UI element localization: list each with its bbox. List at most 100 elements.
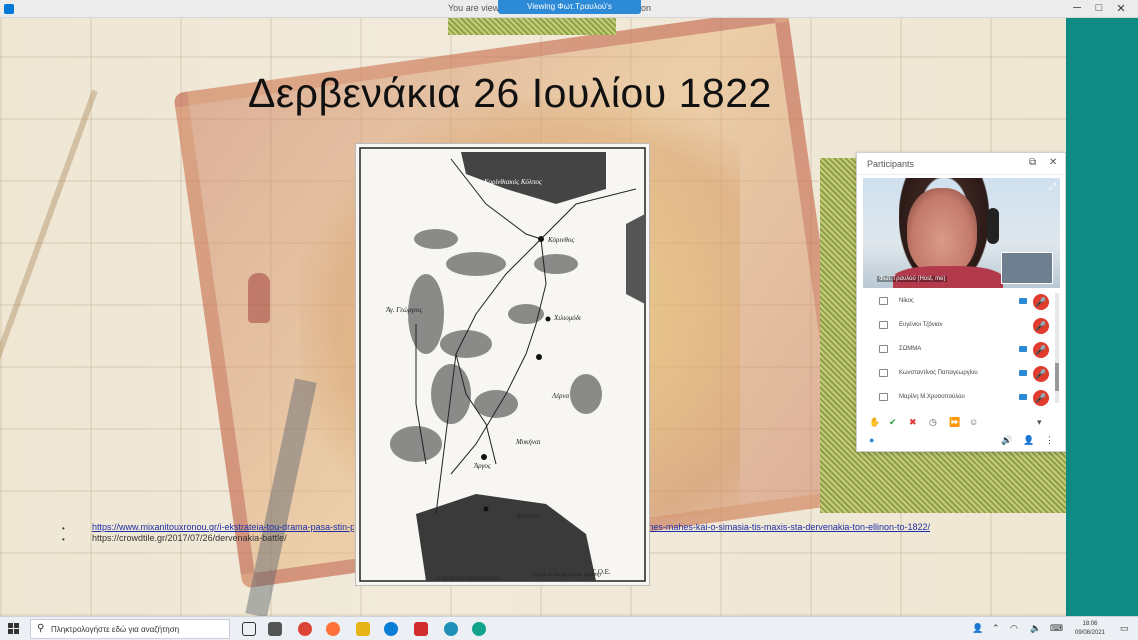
video-name-tag: Φωτ.Τραυλού (Host, me) [877,276,948,282]
file-explorer-icon[interactable] [356,622,370,636]
app-icon-2[interactable] [472,622,486,636]
app-icon-1[interactable] [444,622,458,636]
cortana-icon[interactable] [242,622,256,636]
screen-share-status-tail: on [641,3,652,13]
clock[interactable]: 18:06 09/08/2021 [1068,620,1112,638]
mic-muted-icon[interactable]: 🎤 [1033,390,1049,406]
notifications-icon[interactable]: ▭ [1120,623,1129,634]
video-person-face [907,188,977,276]
clock-date: 09/08/2021 [1074,630,1106,636]
source-link-2[interactable]: https://crowdtile.gr/2017/07/26/dervenak… [92,533,287,543]
camera-icon[interactable] [1019,346,1027,352]
emoji-icon[interactable]: ☺ [969,417,978,427]
firefox-icon[interactable] [326,622,340,636]
slower-icon[interactable]: ◷ [929,417,937,428]
participant-status-icon [879,321,888,329]
yes-icon[interactable]: ✔ [889,417,897,428]
screen-share-status: You are view [448,3,500,13]
scrollbar-thumb[interactable] [1055,363,1059,391]
source-link-1[interactable]: https://www.mixanitouxronou.gr/i-ekstrat… [92,522,354,532]
video-feed[interactable]: Φωτ.Τραυλού (Host, me) ⤢ [863,178,1060,288]
volume-icon[interactable]: 🔊 [1001,435,1012,446]
participant-name: ΣΩΜΜΑ [899,346,922,352]
map-label-chiliomodi: Χιλιομόδι [554,314,581,322]
no-icon[interactable]: ✖ [909,417,917,428]
map-caption: Ο ΜΑΧΗ ΤΩΝ ΔΕΡΒΕΝΑΚΙΩΝ [436,577,501,582]
windows-start-icon[interactable] [8,623,20,635]
participant-status-icon [879,393,888,401]
link-bullet: • [62,524,65,533]
speaker-icon[interactable]: 🔈 [1030,623,1041,634]
map-label-nafplio: Ναύπλιο [516,512,540,520]
self-view-thumbnail[interactable] [1001,252,1053,284]
participant-status-icon [879,369,888,377]
mic-muted-icon[interactable]: 🎤 [1033,318,1049,334]
headphone-icon [987,208,999,244]
invite-icon[interactable]: 👤 [1023,435,1034,446]
chrome-icon[interactable] [298,622,312,636]
participant-row[interactable]: Κωνσταντίνος Παπαγεωργίου 🎤 [863,363,1053,387]
participant-list-scrollbar[interactable] [1055,293,1059,403]
participant-row[interactable]: Νίκος 🎤 [863,291,1053,315]
participant-row[interactable]: Ευγένιοι Τζόνιαν 🎤 [863,315,1053,339]
participant-row[interactable]: ΣΩΜΜΑ 🎤 [863,339,1053,363]
link-bullet: • [62,535,65,544]
participant-status-icon [879,297,888,305]
participant-list: Νίκος 🎤 Ευγένιοι Τζόνιαν 🎤 ΣΩΜΜΑ 🎤 Κωνστ… [863,291,1053,411]
participant-name: Ευγένιοι Τζόνιαν [899,322,943,328]
mic-muted-icon[interactable]: 🎤 [1033,366,1049,382]
map-label-mykines: Μυκήναι [516,438,541,446]
tray-expand-icon[interactable]: ⌃ [992,623,1000,634]
raise-hand-icon[interactable]: ✋ [869,417,880,428]
map-label-lerna: Λέρνα [552,392,570,400]
link-1-right-clip: https://www.mixanitouxronou.gr/i-ekstrat… [650,522,930,534]
faster-icon[interactable]: ⏩ [949,417,960,428]
background-tassel [248,273,270,323]
options-icon[interactable]: ▾ [1037,417,1042,428]
participants-title: Participants [867,159,915,169]
mic-muted-icon[interactable]: 🎤 [1033,342,1049,358]
participants-header: Participants ⧉ ✕ [857,153,1065,175]
participants-panel: Participants ⧉ ✕ Φωτ.Τραυλού (Host, me) … [856,152,1066,452]
map-credit: (Σχέδ. εκ του Αρχείου Κ. Δημάκη) [534,573,601,578]
participant-status-icon [879,345,888,353]
battle-map-image: Κορίνθιακός Κόλπος Κόρινθος Χιλιομόδι Άγ… [355,143,650,586]
maximize-button[interactable]: □ [1092,2,1106,14]
map-drawing [359,147,646,582]
participant-toolbar: ✋ ✔ ✖ ◷ ⏩ ☺ ▾ [861,417,1061,431]
edge-icon[interactable] [384,622,398,636]
screen-share-banner[interactable]: Viewing Φωτ.Τραυλού's screen/application [498,0,641,25]
clock-time: 18:06 [1082,621,1098,627]
taskbar-search[interactable]: ⚲ Πληκτρολογήστε εδώ για αναζήτηση [30,619,230,639]
participant-footer: ● 🔊 👤 ⋮ [861,435,1061,449]
camera-icon[interactable] [1019,370,1027,376]
more-icon[interactable]: ⋮ [1045,435,1054,446]
green-pattern-strip [448,18,616,35]
camera-icon[interactable] [1019,298,1027,304]
participant-name: Μαρίλη Μ.Χρυσοπούλου [899,394,965,400]
close-button[interactable]: ✕ [1114,2,1128,15]
wifi-icon[interactable]: ◠ [1010,623,1018,634]
taskbar: ⚲ Πληκτρολογήστε εδώ για αναζήτηση 👤 ⌃ ◠… [0,616,1138,640]
keyboard-icon[interactable]: ⌨ [1050,623,1063,634]
source-link-1-tail[interactable]: https://www.mixanitouxronou.gr/i-ekstrat… [650,522,930,532]
search-placeholder: Πληκτρολογήστε εδώ για αναζήτηση [51,625,180,634]
task-view-icon[interactable] [268,622,282,636]
window-title-bar: You are view Viewing Φωτ.Τραυλού's scree… [0,0,1138,25]
status-icon[interactable]: ● [869,435,874,445]
camera-icon[interactable] [1019,394,1027,400]
people-icon[interactable]: 👤 [972,623,983,634]
participant-name: Κωνσταντίνος Παπαγεωργίου [899,370,978,376]
acrobat-icon[interactable] [414,622,428,636]
map-label-ag-georgios: Άγ. Γεώργιος [386,306,423,314]
mic-muted-icon[interactable]: 🎤 [1033,294,1049,310]
popout-icon[interactable]: ⧉ [1029,157,1036,168]
search-icon: ⚲ [37,623,45,634]
participant-row[interactable]: Μαρίλη Μ.Χρυσοπούλου 🎤 [863,387,1053,411]
map-label-korinthos: Κόρινθος [548,236,575,244]
app-icon [4,4,14,14]
minimize-button[interactable]: ─ [1070,2,1084,14]
expand-icon[interactable]: ⤢ [1049,181,1056,192]
close-icon[interactable]: ✕ [1049,157,1057,168]
map-label-argos: Άργος [474,462,491,470]
